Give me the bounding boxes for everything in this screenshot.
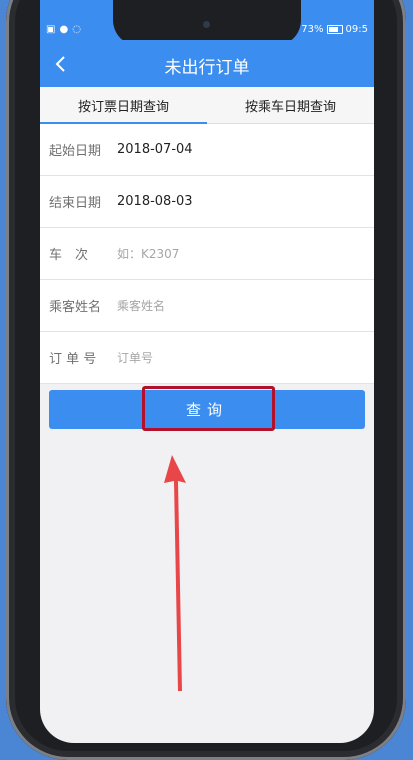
tab-label: 按乘车日期查询 <box>244 99 336 115</box>
order-no-label: 订 单 号 <box>49 352 97 367</box>
order-no-row: 订 单 号 <box>40 332 374 384</box>
start-date-label: 起始日期 <box>49 144 102 159</box>
chat-icon: ● <box>59 24 69 35</box>
train-no-label: 车 次 <box>49 248 89 263</box>
train-no-input[interactable] <box>117 246 317 261</box>
camera-icon <box>203 21 210 28</box>
page-title: 未出行订单 <box>164 58 250 78</box>
end-date-row[interactable]: 结束日期 2018-08-03 <box>40 176 374 228</box>
tab-booking-date[interactable]: 按订票日期查询 <box>40 87 207 124</box>
start-date-row[interactable]: 起始日期 2018-07-04 <box>40 124 374 176</box>
navigation-bar: 未出行订单 <box>40 40 374 87</box>
passenger-name-row: 乘客姓名 <box>40 280 374 332</box>
passenger-name-input[interactable] <box>117 298 317 313</box>
status-icons-left: ▣ ● ◌ <box>46 24 81 35</box>
end-date-label: 结束日期 <box>49 196 102 211</box>
tab-label: 按订票日期查询 <box>77 99 169 115</box>
battery-percent: 73% <box>301 24 324 35</box>
tab-bar: 按订票日期查询 按乘车日期查询 <box>40 87 374 124</box>
end-date-value[interactable]: 2018-08-03 <box>117 194 193 209</box>
clock: 09:5 <box>345 24 368 35</box>
tab-travel-date[interactable]: 按乘车日期查询 <box>207 87 374 123</box>
pointer-arrow-icon <box>164 455 186 691</box>
start-date-value[interactable]: 2018-07-04 <box>117 142 193 157</box>
sim-icon: ▣ <box>46 24 56 35</box>
sync-icon: ◌ <box>72 24 81 35</box>
highlight-box <box>142 386 275 431</box>
query-form: 起始日期 2018-07-04 结束日期 2018-08-03 车 次 乘客姓名… <box>40 124 374 384</box>
order-no-input[interactable] <box>117 350 317 365</box>
passenger-name-label: 乘客姓名 <box>49 300 102 315</box>
train-no-row: 车 次 <box>40 228 374 280</box>
status-icons-right: 73% 09:5 <box>301 24 368 35</box>
phone-screen: ▣ ● ◌ 73% 09:5 未出行订单 按订票日期查询 按乘车日期查询 起始日… <box>40 0 374 743</box>
battery-icon <box>326 25 343 34</box>
